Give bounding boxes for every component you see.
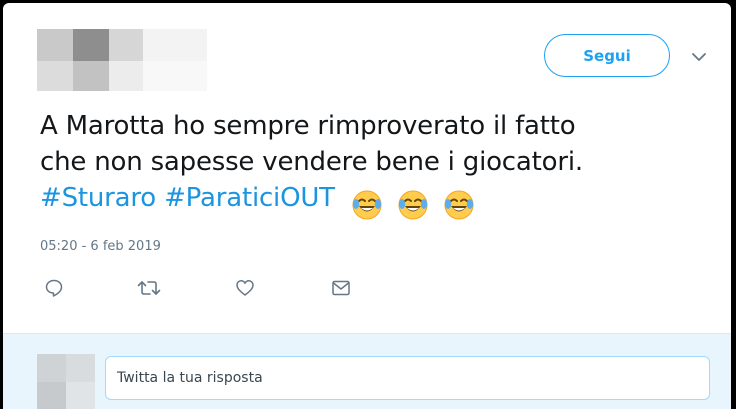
tweet-timestamp[interactable]: 05:20 - 6 feb 2019: [40, 239, 161, 254]
tweet-text-line: che non sapesse vendere bene i giocatori…: [40, 147, 583, 177]
face-with-tears-of-joy-icon: [444, 190, 474, 219]
retweet-icon: [137, 281, 161, 295]
envelope-icon: [332, 280, 350, 296]
reply-composer: Twitta la tua risposta: [3, 333, 731, 409]
chevron-down-icon[interactable]: [690, 48, 708, 66]
censored-author-name: [37, 29, 207, 91]
tweet-actions: [3, 275, 731, 305]
hashtag-link[interactable]: #Sturaro: [40, 183, 156, 213]
tweet-hashtag-line: #Sturaro #ParaticiOUT: [40, 180, 720, 222]
follow-button[interactable]: Segui: [544, 34, 670, 77]
reply-button[interactable]: [41, 275, 67, 301]
avatar: [37, 354, 95, 409]
face-with-tears-of-joy-icon: [352, 190, 382, 219]
reply-icon: [45, 279, 63, 297]
tweet-text: A Marotta ho sempre rimproverato il fatt…: [40, 108, 720, 222]
hashtag-link[interactable]: #ParaticiOUT: [164, 183, 335, 213]
emoji-group: [351, 186, 489, 222]
like-button[interactable]: [232, 275, 258, 301]
retweet-button[interactable]: [136, 275, 162, 301]
reply-input[interactable]: Twitta la tua risposta: [105, 356, 710, 400]
direct-message-button[interactable]: [328, 275, 354, 301]
tweet-card: Segui A Marotta ho sempre rimproverato i…: [3, 3, 731, 409]
heart-icon: [236, 280, 254, 296]
tweet-text-line: A Marotta ho sempre rimproverato il fatt…: [40, 111, 576, 141]
face-with-tears-of-joy-icon: [398, 190, 428, 219]
